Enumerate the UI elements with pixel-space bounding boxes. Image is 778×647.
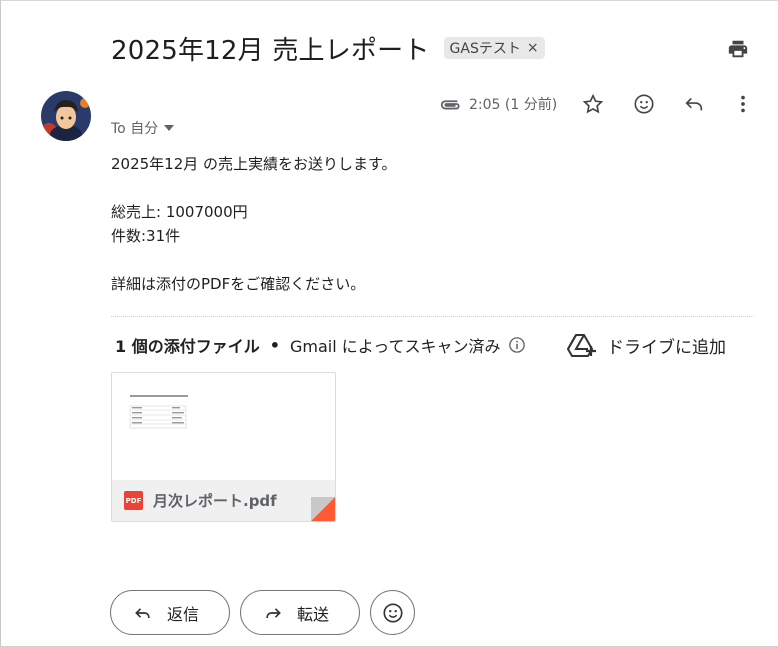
recipient-text: To 自分 — [111, 121, 159, 137]
emoji-icon — [634, 94, 654, 114]
body-line: 総売上: 1007000円 — [111, 203, 248, 221]
attachment-card[interactable]: PDF 月次レポート.pdf — [111, 372, 336, 522]
reply-label: 返信 — [167, 604, 200, 624]
star-button[interactable] — [578, 89, 608, 119]
emoji-react-button[interactable] — [629, 89, 659, 119]
forward-button[interactable]: 転送 — [240, 590, 360, 635]
pdf-file-icon: PDF — [124, 491, 143, 510]
reply-button-top[interactable] — [679, 89, 709, 119]
email-body: 2025年12月 の売上実績をお送りします。 総売上: 1007000円 件数:… — [111, 152, 397, 296]
sender-avatar[interactable] — [41, 91, 91, 141]
subject-row: 2025年12月 売上レポート GASテスト × — [111, 31, 758, 66]
emoji-icon — [382, 602, 403, 623]
attachments-divider — [111, 316, 754, 317]
add-to-drive-button[interactable]: ドライブに追加 — [567, 331, 726, 359]
separator-dot: • — [269, 335, 280, 355]
forward-label: 転送 — [297, 604, 330, 624]
emoji-reaction-button[interactable] — [370, 590, 415, 635]
reply-icon — [135, 607, 150, 618]
forward-icon — [266, 607, 281, 618]
more-vert-icon — [741, 95, 745, 113]
attachments-header: 1 個の添付ファイル • Gmail によってスキャン済み — [115, 331, 526, 359]
message-time: 2:05 (1 分前) — [469, 97, 558, 113]
print-icon — [728, 40, 748, 58]
message-meta: 2:05 (1 分前) — [439, 89, 557, 119]
attachment-count: 1 個の添付ファイル — [115, 337, 260, 356]
remove-label-button[interactable]: × — [527, 40, 539, 56]
reply-icon — [685, 97, 703, 111]
info-button[interactable] — [508, 336, 526, 354]
add-to-drive-icon — [567, 334, 596, 357]
email-subject: 2025年12月 売上レポート — [111, 35, 430, 66]
attachment-filename: 月次レポート.pdf — [153, 492, 277, 510]
info-icon — [509, 337, 526, 353]
recipient-row[interactable]: To 自分 — [111, 118, 175, 138]
add-to-drive-label: ドライブに追加 — [607, 337, 726, 358]
more-options-button[interactable] — [728, 89, 758, 119]
chevron-down-icon[interactable] — [164, 125, 175, 131]
star-icon — [582, 93, 604, 114]
attachment-preview — [112, 373, 335, 480]
label-chip[interactable]: GASテスト × — [443, 37, 545, 59]
print-button[interactable] — [724, 35, 752, 63]
scan-status: Gmail によってスキャン済み — [289, 337, 501, 356]
page-fold-icon — [311, 497, 335, 521]
paperclip-icon — [440, 100, 460, 110]
body-line: 詳細は添付のPDFをご確認ください。 — [111, 275, 366, 293]
reply-button[interactable]: 返信 — [110, 590, 230, 635]
body-line: 件数:31件 — [111, 227, 181, 245]
email-view: 2025年12月 売上レポート GASテスト × To 自分 2:05 (1 分… — [0, 0, 778, 647]
label-chip-text: GASテスト — [449, 41, 521, 57]
body-line: 2025年12月 の売上実績をお送りします。 — [111, 155, 397, 173]
attachment-footer: PDF 月次レポート.pdf — [112, 480, 335, 521]
